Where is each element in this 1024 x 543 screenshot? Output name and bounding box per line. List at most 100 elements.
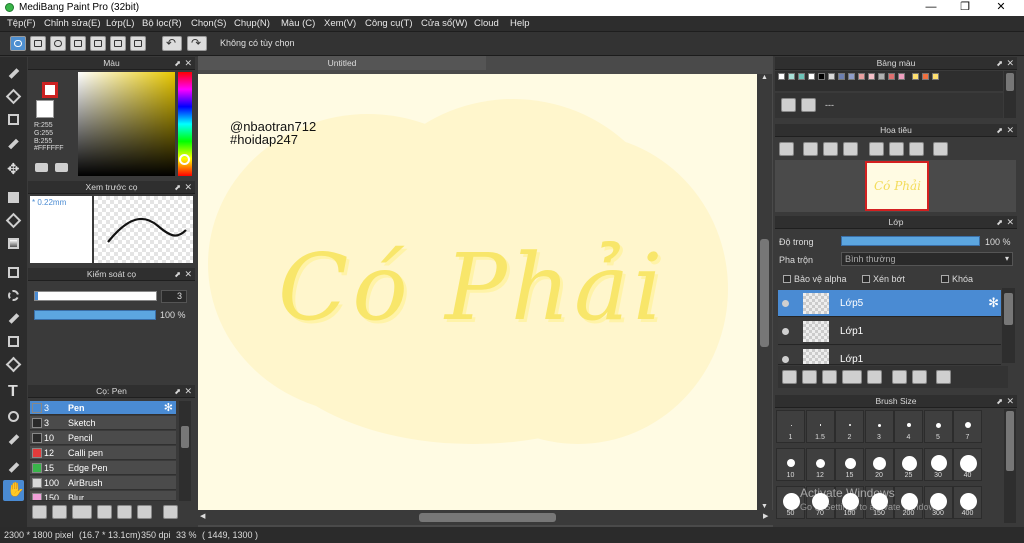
visibility-icon[interactable] (782, 328, 789, 335)
brush-size-cell[interactable]: 20 (864, 448, 894, 481)
bucket-tool-icon[interactable] (3, 210, 24, 231)
brush-size-cell[interactable]: 10 (776, 448, 805, 481)
menu-layer[interactable]: Lớp(L) (106, 18, 134, 29)
navigator-thumbnail[interactable]: Có Phải (865, 161, 929, 211)
merge-layer-icon[interactable] (912, 370, 927, 384)
operation-tool-icon[interactable] (3, 406, 24, 427)
brush-size-cell[interactable]: 1 (776, 410, 805, 443)
cloud-icon[interactable] (10, 36, 26, 51)
layer-opacity-slider[interactable] (841, 236, 980, 246)
brush-item[interactable]: 15 Edge Pen (30, 461, 176, 475)
brush-tool-icon[interactable] (3, 63, 24, 84)
menu-help[interactable]: Help (510, 18, 530, 29)
close-icon[interactable]: ✕ (184, 181, 192, 194)
blend-mode-select[interactable]: Bình thường ▾ (841, 252, 1013, 266)
layer-row[interactable]: Lớp1 (778, 346, 1001, 365)
close-icon[interactable]: ✕ (184, 57, 192, 70)
expand-icon[interactable]: ⬈ (996, 216, 1003, 229)
palette-swatch[interactable] (932, 73, 939, 80)
close-icon[interactable]: ✕ (1006, 395, 1014, 408)
palette-scrollbar[interactable] (1004, 71, 1016, 118)
foreground-color-swatch[interactable] (42, 82, 58, 98)
eraser-tool-icon[interactable] (3, 86, 24, 107)
brush-size-scrollbar[interactable] (1004, 409, 1016, 523)
color-option-icon[interactable] (35, 163, 48, 172)
palette-swatch[interactable] (848, 73, 855, 80)
brush-size-cell[interactable]: 30 (923, 448, 953, 481)
new-layer-icon[interactable] (782, 370, 797, 384)
visibility-icon[interactable] (782, 300, 789, 307)
hue-handle[interactable] (179, 154, 190, 165)
visibility-icon[interactable] (782, 356, 789, 363)
brush-size-value[interactable]: 3 (161, 290, 187, 303)
expand-icon[interactable]: ⬈ (996, 57, 1003, 70)
palette-swatch[interactable] (888, 73, 895, 80)
maximize-button[interactable]: ❐ (948, 0, 982, 16)
reset-rotation-icon[interactable] (889, 142, 904, 156)
layer-menu-icon[interactable] (842, 370, 862, 384)
clipping-checkbox[interactable] (862, 275, 870, 283)
minimize-button[interactable]: — (914, 0, 948, 16)
folder-icon[interactable] (117, 505, 132, 519)
brush-add-icon[interactable] (32, 505, 47, 519)
brush-size-cell[interactable]: 5 (923, 410, 953, 443)
comment-icon[interactable] (50, 36, 66, 51)
rotate-right-icon[interactable] (909, 142, 924, 156)
close-icon[interactable]: ✕ (1006, 57, 1014, 70)
trash-icon[interactable] (163, 505, 178, 519)
brush-item[interactable]: 100 AirBrush (30, 476, 176, 490)
palette-swatch[interactable] (922, 73, 929, 80)
expand-icon[interactable]: ⬈ (174, 181, 181, 194)
canvas-vertical-scrollbar[interactable]: ▲ ▼ (757, 74, 772, 510)
brush-list-scrollbar[interactable] (179, 401, 191, 501)
brush-size-cell[interactable]: 3 (864, 410, 894, 443)
brush-item[interactable]: 150 Blur (30, 491, 176, 501)
close-button[interactable]: ✕ (984, 0, 1018, 16)
new-8bit-layer-icon[interactable] (822, 370, 837, 384)
palette-swatch[interactable] (788, 73, 795, 80)
text-tool-icon[interactable]: T (3, 383, 24, 404)
new-halftone-layer-icon[interactable] (802, 370, 817, 384)
palette-swatch[interactable] (798, 73, 805, 80)
expand-icon[interactable]: ⬈ (174, 57, 181, 70)
palette-swatch[interactable] (808, 73, 815, 80)
magic-wand-tool-icon[interactable] (3, 308, 24, 329)
expand-icon[interactable]: ⬈ (996, 124, 1003, 137)
close-icon[interactable]: ✕ (184, 385, 192, 398)
brush-item[interactable]: 3 Pen ✻ (30, 401, 176, 415)
zoom-minus-icon[interactable] (843, 142, 858, 156)
close-icon[interactable]: ✕ (1006, 124, 1014, 137)
upload-icon[interactable] (30, 36, 46, 51)
flip-icon[interactable] (933, 142, 948, 156)
menu-view[interactable]: Xem(V) (324, 18, 356, 29)
canvas-horizontal-scrollbar[interactable]: ◀ ▶ (198, 510, 773, 525)
brush-size-cell[interactable]: 40 (953, 448, 982, 481)
palette-swatch[interactable] (838, 73, 845, 80)
line-tool-icon[interactable] (3, 132, 24, 153)
background-color-swatch[interactable] (36, 100, 54, 118)
select-pen-tool-icon[interactable] (3, 331, 24, 352)
new-brush-icon[interactable] (52, 505, 67, 519)
delete-palette-icon[interactable] (801, 98, 816, 112)
lock-checkbox[interactable] (941, 275, 949, 283)
palette-swatch[interactable] (828, 73, 835, 80)
brush-menu-icon[interactable] (72, 505, 92, 519)
brush-size-cell[interactable]: 400 (953, 486, 982, 519)
menu-cloud[interactable]: Cloud (474, 18, 499, 29)
color-saturation-box[interactable] (78, 72, 175, 176)
brush-size-cell[interactable]: 2 (835, 410, 864, 443)
gear-icon[interactable]: ✻ (988, 295, 999, 311)
duplicate-layer-icon[interactable] (892, 370, 907, 384)
lasso-tool-icon[interactable] (3, 285, 24, 306)
expand-icon[interactable]: ⬈ (174, 385, 181, 398)
redo-icon[interactable]: ↷ (187, 36, 207, 51)
rectangle-tool-icon[interactable] (3, 109, 24, 130)
hand-tool-icon[interactable]: ✋ (3, 480, 24, 501)
zoom-in-icon[interactable] (779, 142, 794, 156)
gear-icon[interactable]: ✻ (164, 401, 173, 414)
palette-swatch[interactable] (878, 73, 885, 80)
menu-snap[interactable]: Chụp(N) (234, 18, 270, 29)
expand-icon[interactable]: ⬈ (996, 395, 1003, 408)
menu-window[interactable]: Cửa sổ(W) (421, 18, 467, 29)
move-tool-icon[interactable]: ✥ (3, 159, 24, 180)
